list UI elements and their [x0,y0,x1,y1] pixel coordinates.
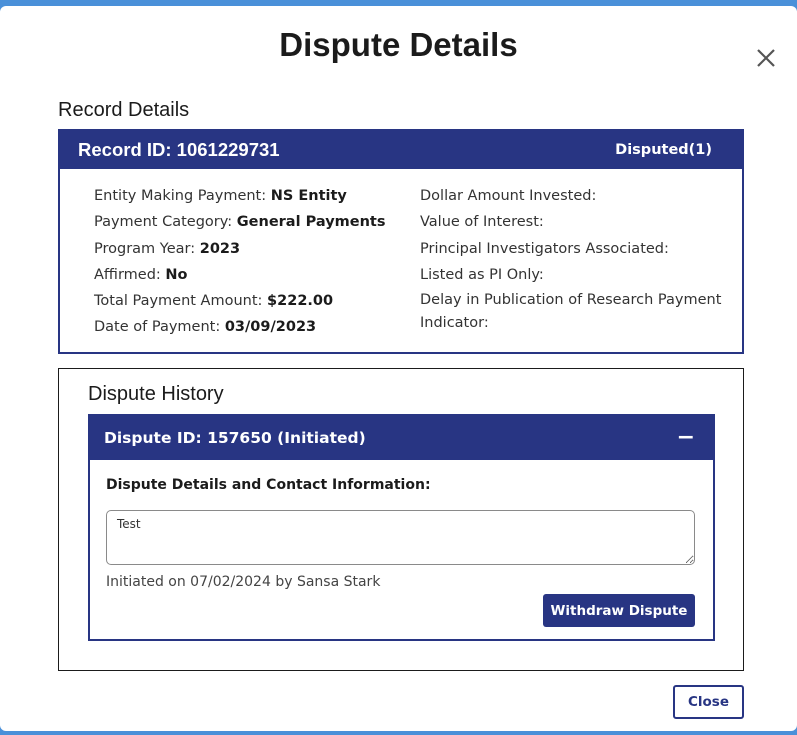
record-left-column: Entity Making Payment: NS Entity Payment… [94,183,404,341]
field-value: 03/09/2023 [224,319,317,336]
record-field-delay-publication: Delay in Publication of Research Payment… [420,289,735,335]
record-field-category: Payment Category: General Payments [94,209,404,235]
field-value: NS Entity [270,188,347,204]
record-field-program-year: Program Year: 2023 [94,236,404,262]
record-card-header: Record ID: 1061229731 Disputed(1) [60,131,742,169]
dispute-card: Dispute ID: 157650 (Initiated) − Dispute… [88,414,715,641]
field-label: Program Year: [94,240,196,257]
record-field-payment-date: Date of Payment: 03/09/2023 [94,314,404,340]
field-label: Affirmed: [94,266,161,283]
initiated-info: Initiated on 07/02/2024 by Sansa Stark [106,574,381,590]
field-value: $222.00 [267,293,334,310]
contact-info-label: Dispute Details and Contact Information: [106,477,431,493]
dispute-history-section: Dispute History Dispute ID: 157650 (Init… [58,368,744,671]
dispute-id: Dispute ID: 157650 (Initiated) [104,429,366,447]
record-field-principal-investigators: Principal Investigators Associated: [420,236,735,262]
record-body: Entity Making Payment: NS Entity Payment… [60,169,742,352]
field-label: Delay in Publication of Research Payment… [420,292,722,332]
status-badge: Disputed(1) [615,142,712,158]
field-value: 2023 [199,240,241,257]
withdraw-dispute-button[interactable]: Withdraw Dispute [543,594,695,627]
collapse-icon[interactable]: − [677,427,695,449]
dispute-accordion-header[interactable]: Dispute ID: 157650 (Initiated) − [90,416,713,460]
dispute-details-textarea[interactable]: Test [106,510,695,565]
record-field-total-amount: Total Payment Amount: $222.00 [94,288,404,314]
field-label: Total Payment Amount: [94,293,263,310]
dispute-history-heading: Dispute History [88,383,224,405]
record-field-entity: Entity Making Payment: NS Entity [94,183,404,209]
close-button[interactable]: Close [673,685,744,719]
record-field-dollar-invested: Dollar Amount Invested: [420,183,735,209]
field-label: Value of Interest: [420,214,544,231]
record-details-heading: Record Details [58,99,190,121]
record-right-column: Dollar Amount Invested: Value of Interes… [420,183,735,335]
modal-title: Dispute Details [279,26,518,63]
record-card: Record ID: 1061229731 Disputed(1) Entity… [58,129,744,354]
field-label: Dollar Amount Invested: [420,188,597,204]
field-label: Listed as PI Only: [420,266,544,283]
field-label: Date of Payment: [94,319,221,336]
field-value: No [165,266,188,283]
dispute-details-modal: Dispute Details Record Details Record ID… [0,6,797,731]
field-label: Principal Investigators Associated: [420,240,669,257]
field-label: Entity Making Payment: [94,188,267,204]
close-icon[interactable] [752,44,780,72]
record-field-pi-only: Listed as PI Only: [420,262,735,288]
record-field-value-interest: Value of Interest: [420,209,735,235]
field-label: Payment Category: [94,214,233,231]
field-value: General Payments [236,214,386,231]
record-id: Record ID: 1061229731 [78,139,280,160]
record-field-affirmed: Affirmed: No [94,262,404,288]
